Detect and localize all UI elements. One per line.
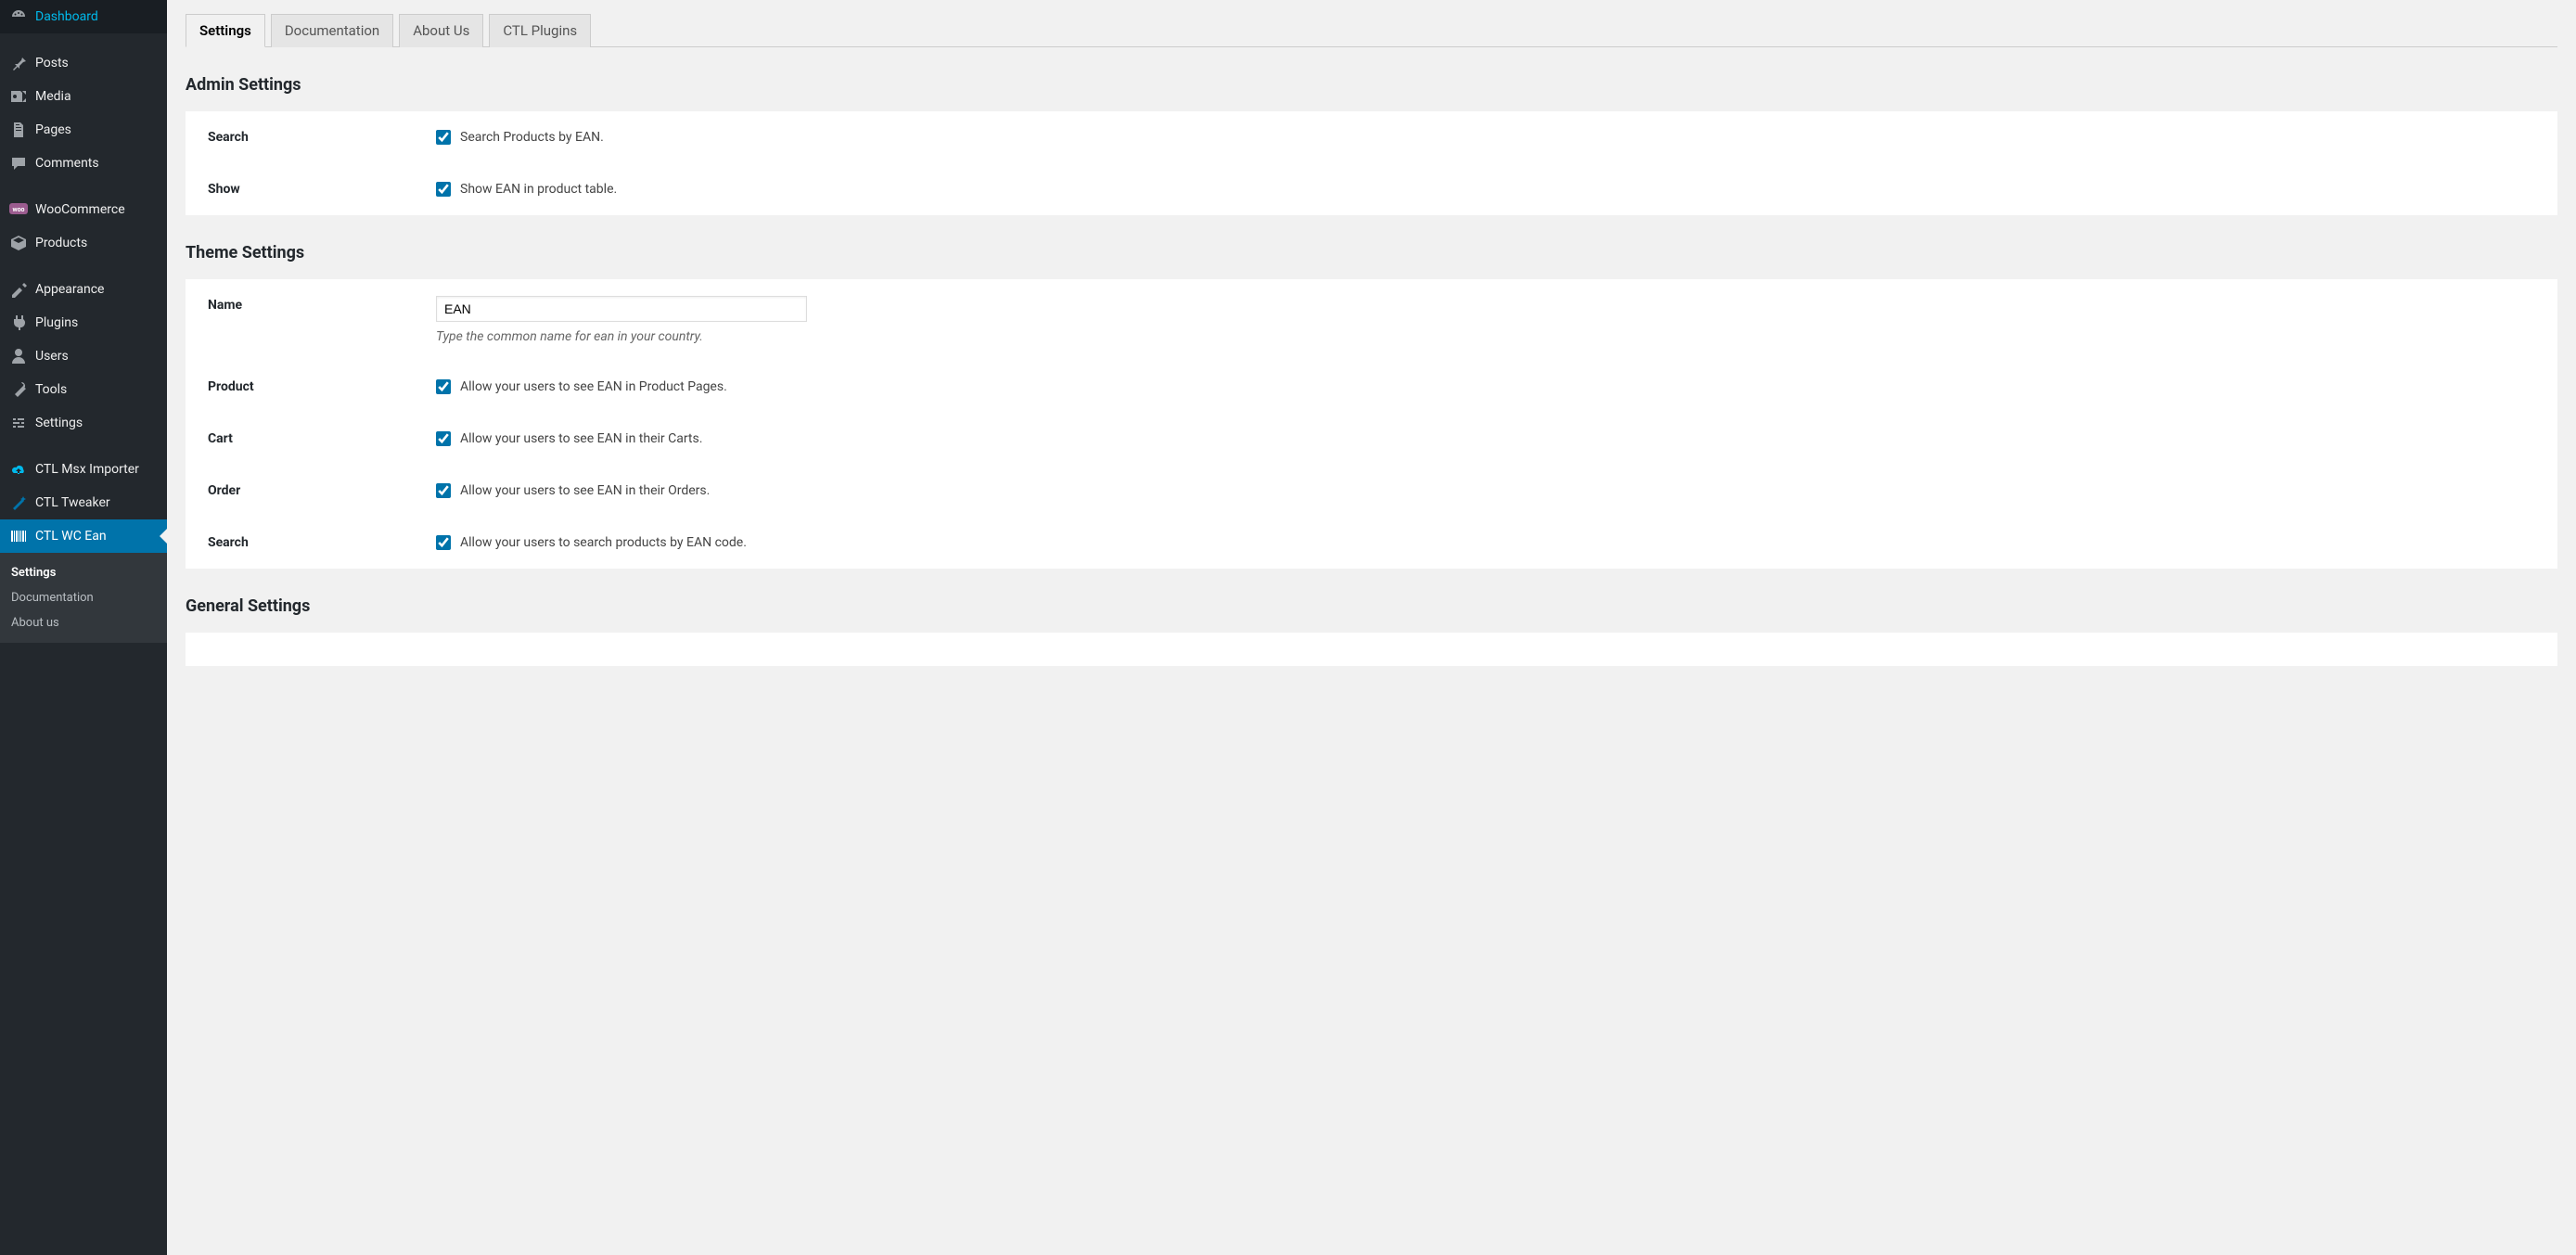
order-checkbox[interactable]: [436, 483, 451, 498]
sidebar-item-label: Posts: [35, 56, 69, 70]
submenu-item-about-us[interactable]: About us: [0, 610, 167, 635]
main-content: Settings Documentation About Us CTL Plug…: [167, 0, 2576, 1255]
sidebar-item-appearance[interactable]: Appearance: [0, 273, 167, 306]
media-icon: [9, 87, 28, 106]
theme-settings-table: Name Type the common name for ean in you…: [186, 279, 2557, 569]
sidebar-submenu: Settings Documentation About us: [0, 553, 167, 643]
row-label: Search: [186, 111, 427, 163]
settings-icon: [9, 414, 28, 432]
sidebar-item-label: Media: [35, 89, 71, 104]
sidebar-item-label: CTL Tweaker: [35, 495, 110, 510]
sidebar-item-posts[interactable]: Posts: [0, 46, 167, 80]
tab-settings[interactable]: Settings: [186, 14, 265, 47]
tab-ctl-plugins[interactable]: CTL Plugins: [489, 14, 591, 47]
woo-icon: woo: [9, 200, 28, 219]
pages-icon: [9, 121, 28, 139]
row-theme-search: Search Allow your users to search produc…: [186, 517, 2557, 569]
sidebar-item-label: CTL Msx Importer: [35, 462, 139, 477]
general-settings-table: [186, 633, 2557, 666]
admin-sidebar: Dashboard Posts Media Pages Comments woo…: [0, 0, 167, 1255]
sidebar-item-label: Comments: [35, 156, 99, 171]
row-label: Cart: [186, 413, 427, 465]
checkbox-description: Show EAN in product table.: [460, 182, 617, 197]
sidebar-item-dashboard[interactable]: Dashboard: [0, 0, 167, 33]
products-icon: [9, 234, 28, 252]
sidebar-item-label: Products: [35, 236, 87, 250]
row-theme-product: Product Allow your users to see EAN in P…: [186, 361, 2557, 413]
row-label: Order: [186, 465, 427, 517]
theme-search-checkbox-label[interactable]: Allow your users to search products by E…: [436, 535, 2548, 550]
search-checkbox-label[interactable]: Search Products by EAN.: [436, 130, 2548, 145]
pin-icon: [9, 54, 28, 72]
dashboard-icon: [9, 7, 28, 26]
sidebar-item-products[interactable]: Products: [0, 226, 167, 260]
submenu-item-documentation[interactable]: Documentation: [0, 585, 167, 610]
sidebar-item-label: Tools: [35, 382, 67, 397]
checkbox-description: Allow your users to search products by E…: [460, 535, 747, 550]
search-checkbox[interactable]: [436, 130, 451, 145]
section-title-general: General Settings: [186, 596, 2557, 616]
sidebar-item-settings[interactable]: Settings: [0, 406, 167, 440]
checkbox-description: Allow your users to see EAN in Product P…: [460, 379, 727, 394]
order-checkbox-label[interactable]: Allow your users to see EAN in their Ord…: [436, 483, 2548, 498]
appearance-icon: [9, 280, 28, 299]
plugins-icon: [9, 314, 28, 332]
name-description: Type the common name for ean in your cou…: [436, 329, 2548, 344]
wand-icon: [9, 493, 28, 512]
sidebar-item-label: WooCommerce: [35, 202, 125, 217]
comments-icon: [9, 154, 28, 173]
sidebar-item-ctl-wc-ean[interactable]: CTL WC Ean: [0, 519, 167, 553]
tabs: Settings Documentation About Us CTL Plug…: [186, 0, 2557, 47]
product-checkbox-label[interactable]: Allow your users to see EAN in Product P…: [436, 379, 2548, 394]
svg-text:woo: woo: [12, 206, 24, 213]
tools-icon: [9, 380, 28, 399]
row-label: Product: [186, 361, 427, 413]
sidebar-item-label: Settings: [35, 416, 83, 430]
theme-search-checkbox[interactable]: [436, 535, 451, 550]
row-theme-cart: Cart Allow your users to see EAN in thei…: [186, 413, 2557, 465]
sidebar-item-ctl-msx-importer[interactable]: CTL Msx Importer: [0, 453, 167, 486]
show-checkbox-label[interactable]: Show EAN in product table.: [436, 182, 2548, 197]
sidebar-item-label: CTL WC Ean: [35, 529, 107, 544]
row-admin-search: Search Search Products by EAN.: [186, 111, 2557, 163]
sidebar-item-tools[interactable]: Tools: [0, 373, 167, 406]
sidebar-item-plugins[interactable]: Plugins: [0, 306, 167, 339]
checkbox-description: Allow your users to see EAN in their Ord…: [460, 483, 710, 498]
sidebar-item-pages[interactable]: Pages: [0, 113, 167, 147]
barcode-icon: [9, 527, 28, 545]
tab-documentation[interactable]: Documentation: [271, 14, 393, 47]
product-checkbox[interactable]: [436, 379, 451, 394]
admin-settings-table: Search Search Products by EAN. Show Show…: [186, 111, 2557, 215]
sidebar-item-label: Users: [35, 349, 69, 364]
sidebar-item-label: Appearance: [35, 282, 104, 297]
sidebar-item-comments[interactable]: Comments: [0, 147, 167, 180]
row-label: Show: [186, 163, 427, 215]
section-title-admin: Admin Settings: [186, 75, 2557, 95]
checkbox-description: Allow your users to see EAN in their Car…: [460, 431, 702, 446]
sidebar-item-woocommerce[interactable]: woo WooCommerce: [0, 193, 167, 226]
cart-checkbox-label[interactable]: Allow your users to see EAN in their Car…: [436, 431, 2548, 446]
name-input[interactable]: [436, 296, 807, 322]
sidebar-item-label: Pages: [35, 122, 71, 137]
users-icon: [9, 347, 28, 365]
checkbox-description: Search Products by EAN.: [460, 130, 604, 145]
show-checkbox[interactable]: [436, 182, 451, 197]
row-admin-show: Show Show EAN in product table.: [186, 163, 2557, 215]
sidebar-item-label: Plugins: [35, 315, 78, 330]
submenu-item-settings[interactable]: Settings: [0, 560, 167, 585]
sidebar-item-label: Dashboard: [35, 9, 98, 24]
cart-checkbox[interactable]: [436, 431, 451, 446]
sidebar-item-media[interactable]: Media: [0, 80, 167, 113]
cloud-upload-icon: [9, 460, 28, 479]
sidebar-item-users[interactable]: Users: [0, 339, 167, 373]
section-title-theme: Theme Settings: [186, 243, 2557, 263]
row-theme-name: Name Type the common name for ean in you…: [186, 279, 2557, 361]
sidebar-item-ctl-tweaker[interactable]: CTL Tweaker: [0, 486, 167, 519]
tab-about-us[interactable]: About Us: [399, 14, 483, 47]
row-label: Search: [186, 517, 427, 569]
row-label: Name: [186, 279, 427, 361]
row-theme-order: Order Allow your users to see EAN in the…: [186, 465, 2557, 517]
